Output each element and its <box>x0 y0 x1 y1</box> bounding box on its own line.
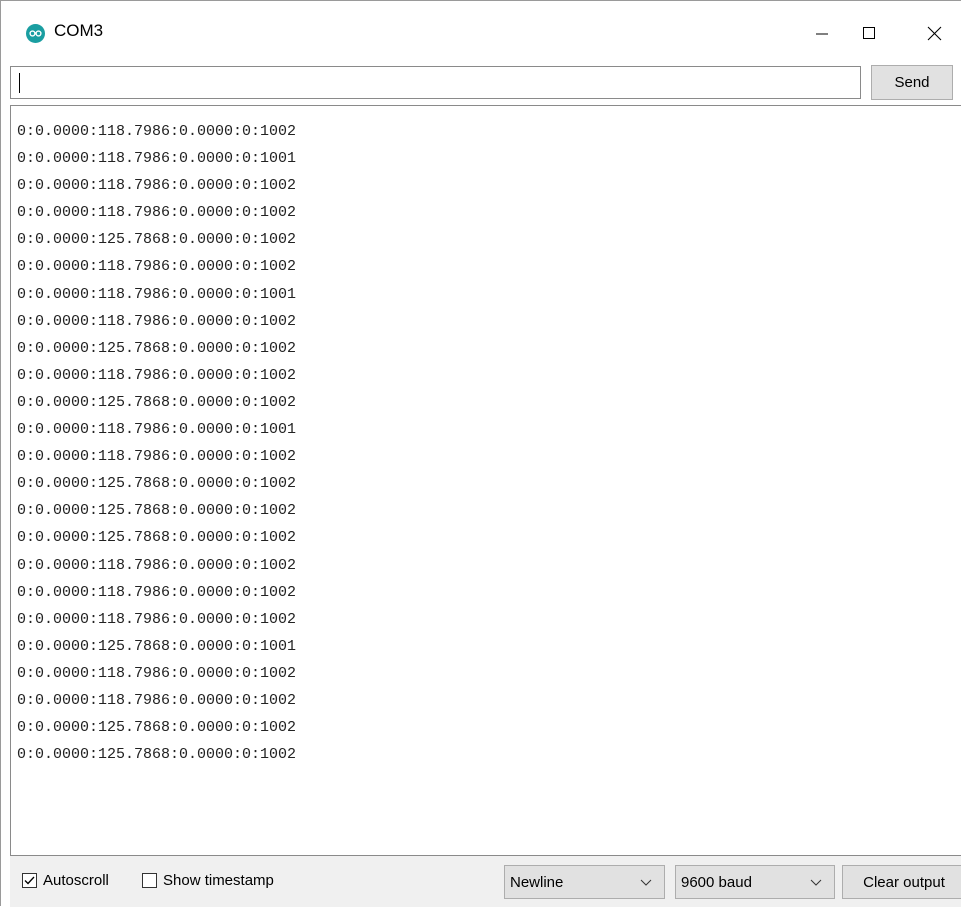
output-line: 0:0.0000:118.7986:0.0000:0:1002 <box>17 366 297 384</box>
output-line: 0:0.0000:125.7868:0.0000:0:1002 <box>17 746 297 764</box>
serial-monitor-window: COM3 Send 0:0.0000:118.7986:0.0000:0:100… <box>0 0 961 907</box>
status-bar: Autoscroll Show timestamp Newline 9600 b… <box>10 855 961 907</box>
output-line: 0:0.0000:125.7868:0.0000:0:1002 <box>17 393 297 411</box>
send-button[interactable]: Send <box>871 65 953 100</box>
close-icon <box>927 26 941 40</box>
show-timestamp-box[interactable] <box>142 873 157 888</box>
output-line: 0:0.0000:118.7986:0.0000:0:1002 <box>17 664 297 682</box>
serial-output[interactable]: 0:0.0000:118.7986:0.0000:0:1002 0:0.0000:… <box>10 105 961 855</box>
baud-rate-value: 9600 baud <box>681 873 752 891</box>
output-line: 0:0.0000:118.7986:0.0000:0:1002 <box>17 583 297 601</box>
autoscroll-label: Autoscroll <box>43 872 109 889</box>
output-line: 0:0.0000:125.7868:0.0000:0:1002 <box>17 719 297 737</box>
baud-rate-select[interactable]: 9600 baud <box>675 865 835 899</box>
output-line: 0:0.0000:118.7986:0.0000:0:1002 <box>17 556 297 574</box>
clear-output-button[interactable]: Clear output <box>842 865 961 899</box>
close-button[interactable] <box>911 13 957 53</box>
autoscroll-checkbox[interactable]: Autoscroll <box>22 872 109 889</box>
maximize-icon <box>863 27 875 39</box>
output-line: 0:0.0000:118.7986:0.0000:0:1002 <box>17 691 297 709</box>
output-line: 0:0.0000:118.7986:0.0000:0:1001 <box>17 150 297 168</box>
output-line: 0:0.0000:118.7986:0.0000:0:1002 <box>17 610 297 628</box>
output-line: 0:0.0000:118.7986:0.0000:0:1002 <box>17 177 297 195</box>
chevron-down-icon <box>640 879 652 886</box>
send-input[interactable] <box>10 66 861 99</box>
output-line: 0:0.0000:118.7986:0.0000:0:1002 <box>17 312 297 330</box>
output-line: 0:0.0000:118.7986:0.0000:0:1002 <box>17 258 297 276</box>
autoscroll-box[interactable] <box>22 873 37 888</box>
maximize-button[interactable] <box>846 13 892 53</box>
output-line: 0:0.0000:125.7868:0.0000:0:1002 <box>17 502 297 520</box>
output-line: 0:0.0000:125.7868:0.0000:0:1002 <box>17 475 297 493</box>
output-line: 0:0.0000:125.7868:0.0000:0:1002 <box>17 339 297 357</box>
minimize-icon <box>816 33 828 35</box>
minimize-button[interactable] <box>799 13 845 53</box>
window-title: COM3 <box>54 21 104 40</box>
output-line: 0:0.0000:125.7868:0.0000:0:1002 <box>17 529 297 547</box>
output-lines: 0:0.0000:118.7986:0.0000:0:1002 0:0.0000:… <box>17 118 296 768</box>
output-line: 0:0.0000:118.7986:0.0000:0:1001 <box>17 421 297 439</box>
checkmark-icon <box>24 876 35 885</box>
output-line: 0:0.0000:118.7986:0.0000:0:1001 <box>17 285 297 303</box>
arduino-icon <box>26 24 45 43</box>
output-line: 0:0.0000:118.7986:0.0000:0:1002 <box>17 204 297 222</box>
output-line: 0:0.0000:118.7986:0.0000:0:1002 <box>17 448 297 466</box>
show-timestamp-checkbox[interactable]: Show timestamp <box>142 872 274 889</box>
output-line: 0:0.0000:125.7868:0.0000:0:1002 <box>17 231 297 249</box>
output-line: 0:0.0000:125.7868:0.0000:0:1001 <box>17 637 297 655</box>
chevron-down-icon <box>810 879 822 886</box>
show-timestamp-label: Show timestamp <box>163 872 274 889</box>
line-ending-value: Newline <box>510 873 564 891</box>
line-ending-select[interactable]: Newline <box>504 865 665 899</box>
output-line: 0:0.0000:118.7986:0.0000:0:1002 <box>17 123 297 140</box>
text-caret <box>19 73 20 93</box>
send-row: Send <box>1 61 961 105</box>
title-bar: COM3 <box>1 1 961 61</box>
